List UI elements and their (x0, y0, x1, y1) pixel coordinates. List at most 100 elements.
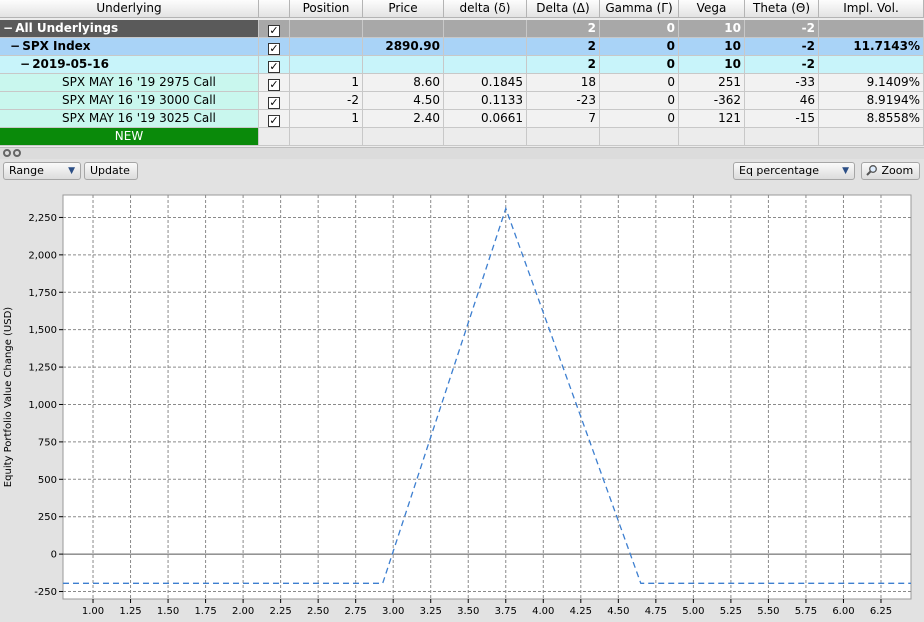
plot-area[interactable] (62, 194, 912, 600)
position-value[interactable]: 1 (290, 74, 363, 92)
x-tick-label: 2.00 (232, 606, 254, 617)
y-tick-label: 250 (38, 512, 57, 523)
collapse-toggle-icon[interactable]: − (10, 38, 20, 55)
x-tick-label: 3.75 (495, 606, 517, 617)
collapse-icon[interactable] (13, 149, 21, 157)
delta-big-value: 2 (527, 38, 600, 56)
x-tick-label: 5.75 (795, 606, 817, 617)
mode-dropdown[interactable]: Eq percentage ▼ (733, 162, 855, 180)
include-checkbox[interactable]: ✓ (268, 79, 280, 91)
zoom-button[interactable]: Zoom (861, 162, 920, 180)
y-tick-label: 1,500 (28, 325, 57, 336)
panel-splitter[interactable] (0, 147, 924, 159)
y-tick-label: -250 (34, 587, 57, 598)
col-header-impl-vol[interactable]: Impl. Vol. (819, 0, 924, 18)
x-tick-label: 3.00 (382, 606, 404, 617)
x-tick-label: 5.25 (720, 606, 742, 617)
vega-value: 121 (679, 110, 745, 128)
include-checkbox[interactable]: ✓ (268, 61, 280, 73)
chart-svg[interactable]: 1.00 1.25 1.50 1.75 2.00 2.25 2.50 2.75 3.00 3.25… (0, 183, 924, 622)
y-tick-label: 750 (38, 437, 57, 448)
x-tick-label: 5.00 (682, 606, 704, 617)
delta-big-value: 7 (527, 110, 600, 128)
gamma-value: 0 (600, 38, 679, 56)
vega-value: 10 (679, 20, 745, 38)
theta-value: -2 (745, 38, 819, 56)
table-row-option[interactable]: SPX MAY 16 '19 3000 Call ✓ -2 4.50 0.113… (0, 92, 924, 110)
x-tick-label: 6.00 (832, 606, 854, 617)
col-header-delta-big[interactable]: Delta (Δ) (527, 0, 600, 18)
table-row-spx-index[interactable]: − SPX Index ✓ 2890.90 2 0 10 -2 11.7143% (0, 38, 924, 56)
collapse-toggle-icon[interactable]: − (3, 20, 13, 37)
include-checkbox[interactable]: ✓ (268, 43, 280, 55)
include-checkbox[interactable]: ✓ (268, 115, 280, 127)
theta-value: -2 (745, 56, 819, 74)
range-label: Range (9, 164, 44, 177)
include-checkbox[interactable]: ✓ (268, 97, 280, 109)
theta-value: -33 (745, 74, 819, 92)
range-dropdown[interactable]: Range ▼ (3, 162, 81, 180)
vega-value: 251 (679, 74, 745, 92)
x-tick-label: 5.50 (757, 606, 779, 617)
price-value: 2890.90 (363, 38, 444, 56)
gamma-value: 0 (600, 56, 679, 74)
col-header-price[interactable]: Price (363, 0, 444, 18)
x-tick-label: 4.75 (645, 606, 667, 617)
table-row-option[interactable]: SPX MAY 16 '19 3025 Call ✓ 1 2.40 0.0661… (0, 110, 924, 128)
col-header-underlying[interactable]: Underlying (0, 0, 259, 18)
include-checkbox[interactable]: ✓ (268, 25, 280, 37)
magnifier-icon (866, 165, 877, 176)
table-row-option[interactable]: SPX MAY 16 '19 2975 Call ✓ 1 8.60 0.1845… (0, 74, 924, 92)
gamma-value: 0 (600, 74, 679, 92)
col-header-delta-small[interactable]: delta (δ) (444, 0, 527, 18)
table-row-all-underlyings[interactable]: − All Underlyings ✓ 2 0 10 -2 (0, 20, 924, 38)
impl-vol-value: 11.7143% (819, 38, 924, 56)
col-header-check[interactable] (259, 0, 290, 18)
theta-value: 46 (745, 92, 819, 110)
x-tick-label: 2.25 (269, 606, 291, 617)
gamma-value: 0 (600, 110, 679, 128)
impl-vol-value: 8.9194% (819, 92, 924, 110)
chevron-down-icon: ▼ (842, 166, 849, 176)
update-button[interactable]: Update (84, 162, 138, 180)
new-row-button[interactable]: NEW (0, 128, 259, 146)
delta-big-value: 2 (527, 20, 600, 38)
row-name: 2019-05-16 (32, 57, 109, 71)
x-axis: 1.00 1.25 1.50 1.75 2.00 2.25 2.50 2.75 3.00 3.25… (82, 599, 892, 617)
position-value[interactable]: 1 (290, 110, 363, 128)
delta-small-value: 0.0661 (444, 110, 527, 128)
col-header-theta[interactable]: Theta (Θ) (745, 0, 819, 18)
y-axis: -250 0 250 500 750 1,000 1,250 1,500 1,750 2,000 2… (28, 213, 63, 598)
row-name: SPX Index (22, 39, 91, 53)
table-header-row: Underlying Position Price delta (δ) Delt… (0, 0, 924, 18)
collapse-toggle-icon[interactable]: − (20, 56, 30, 73)
x-tick-label: 2.75 (345, 606, 367, 617)
delta-big-value: 18 (527, 74, 600, 92)
y-axis-label: Equity Portfolio Value Change (USD) (3, 307, 14, 487)
delta-big-value: 2 (527, 56, 600, 74)
table-row-new[interactable]: NEW (0, 128, 924, 146)
y-tick-label: 2,000 (28, 250, 57, 261)
pnl-chart[interactable]: 1.00 1.25 1.50 1.75 2.00 2.25 2.50 2.75 3.00 3.25… (0, 183, 924, 622)
position-value[interactable]: -2 (290, 92, 363, 110)
x-tick-label: 4.50 (607, 606, 629, 617)
col-header-gamma[interactable]: Gamma (Γ) (600, 0, 679, 18)
col-header-position[interactable]: Position (290, 0, 363, 18)
delta-big-value: -23 (527, 92, 600, 110)
impl-vol-value: 9.1409% (819, 74, 924, 92)
x-tick-label: 1.75 (194, 606, 216, 617)
price-value: 4.50 (363, 92, 444, 110)
col-header-vega[interactable]: Vega (679, 0, 745, 18)
row-name: SPX MAY 16 '19 3025 Call (0, 110, 259, 128)
impl-vol-value: 8.8558% (819, 110, 924, 128)
x-tick-label: 1.50 (157, 606, 179, 617)
y-tick-label: 1,250 (28, 363, 57, 374)
y-tick-label: 2,250 (28, 213, 57, 224)
vega-value: -362 (679, 92, 745, 110)
y-tick-label: 1,750 (28, 288, 57, 299)
theta-value: -2 (745, 20, 819, 38)
x-tick-label: 1.00 (82, 606, 104, 617)
price-value: 8.60 (363, 74, 444, 92)
expand-icon[interactable] (3, 149, 11, 157)
table-row-expiry-date[interactable]: − 2019-05-16 ✓ 2 0 10 -2 (0, 56, 924, 74)
